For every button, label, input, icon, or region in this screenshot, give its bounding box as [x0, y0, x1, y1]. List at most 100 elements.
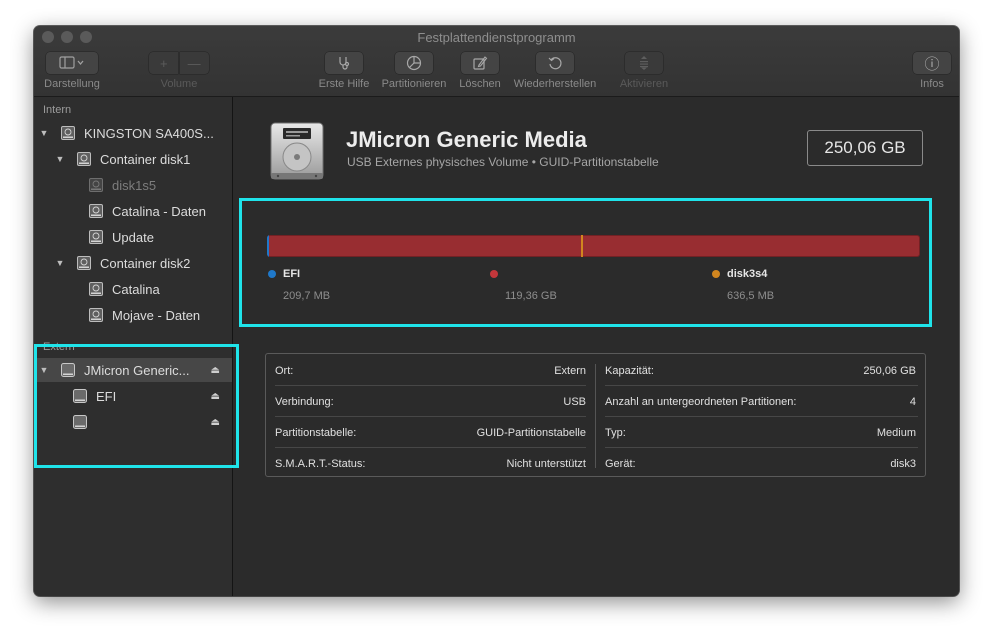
remove-volume-button[interactable]: —: [179, 52, 209, 74]
minus-icon: —: [187, 55, 201, 71]
container-icon: [77, 256, 91, 270]
legend-color-dot: [712, 270, 720, 278]
sidebar-item-container-disk1[interactable]: ▼ Container disk1: [34, 147, 232, 171]
window-title: Festplattendienstprogramm: [417, 30, 576, 45]
sidebar-item-label: Update: [112, 229, 154, 245]
sidebar-item-label: Container disk2: [100, 255, 191, 271]
loeschen-label: Löschen: [459, 78, 501, 90]
legend-name: EFI: [283, 268, 301, 280]
sidebar-item-label: EFI: [96, 388, 117, 404]
info-key: Typ:: [605, 427, 626, 439]
info-key: Ort:: [275, 365, 294, 377]
sidebar-item-catalina[interactable]: Catalina: [34, 277, 232, 301]
erste-hilfe-label: Erste Hilfe: [318, 78, 370, 90]
sidebar-item-efi[interactable]: EFI ⏏: [34, 384, 232, 408]
eject-icon[interactable]: ⏏: [211, 391, 220, 402]
darstellung-label: Darstellung: [44, 78, 100, 90]
info-row-partitionstabelle: Partitionstabelle: GUID-Partitionstabell…: [266, 416, 595, 447]
disclosure-triangle-icon[interactable]: ▼: [55, 154, 65, 164]
sidebar-header-intern: Intern: [43, 104, 72, 116]
sidebar: Intern ▼ KINGSTON SA400S... ▼ Container …: [34, 97, 233, 596]
info-value: Nicht unterstützt: [506, 458, 586, 470]
infos-toolbar-item[interactable]: ⓘ Infos: [912, 52, 952, 90]
aktivieren-button[interactable]: [625, 52, 663, 74]
loeschen-button[interactable]: [461, 52, 499, 74]
volume-icon: [89, 178, 103, 192]
sidebar-item-catalina-daten[interactable]: Catalina - Daten: [34, 199, 232, 223]
disclosure-triangle-icon[interactable]: ▼: [39, 128, 49, 138]
add-volume-button[interactable]: +: [149, 52, 179, 74]
disclosure-triangle-icon[interactable]: ▼: [55, 258, 65, 268]
volume-segmented-control: + —: [149, 52, 209, 74]
sidebar-item-label: JMicron Generic...: [84, 362, 190, 378]
internal-disk-icon: [61, 126, 75, 140]
wiederherstellen-toolbar-item[interactable]: Wiederherstellen: [509, 52, 601, 90]
sidebar-item-label: Container disk1: [100, 151, 191, 167]
info-value: 250,06 GB: [863, 365, 916, 377]
external-disk-icon: [61, 363, 75, 377]
loeschen-toolbar-item[interactable]: Löschen: [454, 52, 506, 90]
info-key: Anzahl an untergeordneten Partitionen:: [605, 396, 797, 408]
wiederherstellen-label: Wiederherstellen: [513, 78, 597, 90]
eject-icon[interactable]: ⏏: [211, 365, 220, 376]
info-row-ort: Ort: Extern: [266, 354, 595, 385]
sidebar-item-kingston[interactable]: ▼ KINGSTON SA400S...: [34, 121, 232, 145]
info-value: 4: [909, 396, 916, 408]
infos-button[interactable]: ⓘ: [913, 52, 951, 74]
disclosure-triangle-icon[interactable]: ▼: [39, 365, 49, 375]
hard-drive-icon: [270, 122, 324, 180]
stethoscope-icon: [339, 57, 350, 70]
info-value: disk3: [890, 458, 916, 470]
info-value: GUID-Partitionstabelle: [476, 427, 586, 439]
info-icon: ⓘ: [924, 55, 940, 73]
infos-label: Infos: [920, 78, 944, 90]
legend-size: 119,36 GB: [505, 290, 557, 302]
mount-icon: [640, 56, 648, 70]
eject-icon[interactable]: ⏏: [211, 417, 220, 428]
wiederherstellen-button[interactable]: [536, 52, 574, 74]
partitionieren-button[interactable]: [395, 52, 433, 74]
title-bar: Festplattendienstprogramm Darstellung + …: [34, 26, 959, 97]
sidebar-item-label: Mojave - Daten: [112, 307, 201, 323]
sidebar-item-label: Catalina - Daten: [112, 203, 206, 219]
sidebar-header-extern: Extern: [43, 341, 75, 353]
sidebar-item-unnamed-volume[interactable]: ⏏: [34, 410, 232, 434]
main-pane: JMicron Generic Media USB Externes physi…: [233, 97, 959, 596]
partition-usage-bar: [267, 235, 920, 257]
info-value: Extern: [554, 365, 586, 377]
volume-toolbar-item[interactable]: + — Volume: [149, 52, 209, 90]
sidebar-item-update[interactable]: Update: [34, 225, 232, 249]
info-row-verbindung: Verbindung: USB: [266, 385, 595, 416]
sidebar-item-disk1s5[interactable]: disk1s5: [34, 173, 232, 197]
container-icon: [77, 152, 91, 166]
legend-size: 209,7 MB: [283, 290, 331, 302]
darstellung-toolbar-item[interactable]: Darstellung: [42, 52, 102, 90]
disk-utility-window: Festplattendienstprogramm Darstellung + …: [34, 26, 959, 596]
info-key: Gerät:: [605, 458, 636, 470]
darstellung-button[interactable]: [46, 52, 98, 74]
sidebar-item-label: Catalina: [112, 281, 160, 297]
capacity-box: 250,06 GB: [807, 130, 923, 166]
info-row-typ: Typ: Medium: [596, 416, 925, 447]
info-value: Medium: [876, 427, 916, 439]
erste-hilfe-button[interactable]: [325, 52, 363, 74]
pie-chart-icon: [406, 55, 422, 71]
external-volume-icon: [73, 415, 87, 429]
info-table: Ort: Extern Verbindung: USB Partitionsta…: [265, 353, 926, 477]
sidebar-item-container-disk2[interactable]: ▼ Container disk2: [34, 251, 232, 275]
device-subtitle: USB Externes physisches Volume • GUID-Pa…: [347, 155, 659, 169]
aktivieren-toolbar-item[interactable]: Aktivieren: [614, 52, 674, 90]
partitionieren-toolbar-item[interactable]: Partitionieren: [379, 52, 449, 90]
info-key: Verbindung:: [275, 396, 334, 408]
aktivieren-label: Aktivieren: [619, 78, 669, 90]
erase-icon: [473, 56, 488, 70]
sidebar-item-label: disk1s5: [112, 177, 157, 193]
info-row-kapazitaet: Kapazität: 250,06 GB: [596, 354, 925, 385]
erste-hilfe-toolbar-item[interactable]: Erste Hilfe: [314, 52, 374, 90]
sidebar-item-mojave-daten[interactable]: Mojave - Daten: [34, 303, 232, 327]
info-key: Partitionstabelle:: [275, 427, 357, 439]
sidebar-item-label: KINGSTON SA400S...: [84, 125, 214, 141]
sidebar-item-jmicron[interactable]: ▼ JMicron Generic... ⏏: [34, 358, 232, 382]
legend-name: disk3s4: [727, 268, 768, 280]
volume-icon: [89, 230, 103, 244]
